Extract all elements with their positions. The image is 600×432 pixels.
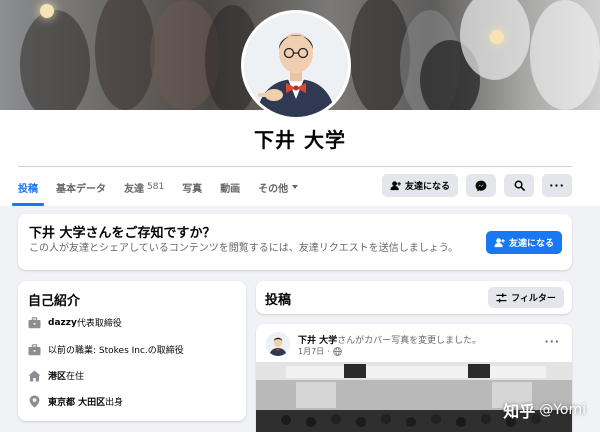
watermark: 知乎 @Yomi (503, 398, 586, 422)
tab-videos[interactable]: 動画 (220, 172, 240, 202)
friend-suggestion-description: この人が友達とシェアしているコンテンツを閲覧するには、友達リクエストを送信しまし… (29, 243, 459, 254)
profile-picture[interactable] (241, 10, 351, 120)
post-header-text: 下井 大学さんがカバー写真を変更しました。 (298, 333, 481, 346)
header-divider (18, 166, 572, 167)
tab-friends-label: 友達 (124, 183, 144, 195)
posts-header: 投稿 フィルター (256, 281, 572, 314)
tab-photos-label: 写真 (182, 183, 203, 195)
more-options-button[interactable]: ··· (542, 174, 572, 197)
intro-work-role: 代表取締役 (76, 319, 122, 329)
messenger-button[interactable] (466, 174, 496, 197)
add-friend-icon (390, 181, 401, 191)
watermark-brand: 知乎 (503, 402, 536, 421)
intro-hometown[interactable]: 東京都 大田区 (48, 395, 105, 408)
meta-separator: · (327, 347, 330, 356)
post-options-button[interactable]: ··· (544, 335, 560, 348)
intro-hometown-label: 出身 (105, 398, 124, 408)
briefcase-icon (28, 343, 41, 356)
filter-icon (496, 292, 507, 303)
chevron-down-icon (292, 185, 299, 189)
posts-title: 投稿 (265, 293, 292, 308)
tab-about[interactable]: 基本データ (56, 172, 106, 202)
post-author-avatar[interactable] (266, 332, 290, 356)
watermark-handle: @Yomi (539, 402, 586, 418)
messenger-icon (475, 180, 487, 191)
intro-card: 自己紹介 dazzy 代表取締役 以前の職業: Stokes Inc.の取締役 … (18, 281, 246, 421)
intro-title: 自己紹介 (28, 294, 81, 309)
post-action-text: さんがカバー写真を変更しました。 (337, 336, 482, 346)
more-options-icon: ··· (549, 179, 565, 192)
search-button[interactable] (504, 174, 534, 197)
intro-row-work: dazzy 代表取締役 (28, 316, 122, 329)
search-icon (514, 180, 525, 191)
tab-posts-label: 投稿 (18, 183, 38, 195)
tab-posts[interactable]: 投稿 (12, 172, 44, 206)
send-friend-request-button[interactable]: 友達になる (486, 231, 562, 254)
filter-label: フィルター (511, 294, 556, 304)
tab-more-label: その他 (258, 183, 289, 195)
header-actions: 友達になる ··· (382, 174, 572, 197)
tab-friends[interactable]: 友達 581 (124, 172, 164, 202)
add-friend-button[interactable]: 友達になる (382, 174, 458, 197)
friends-count: 581 (147, 182, 165, 192)
post-date[interactable]: 1月7日 (298, 346, 324, 357)
intro-row-lives-in: 港区 在住 (28, 369, 84, 382)
intro-work-company[interactable]: dazzy (48, 318, 77, 328)
friend-suggestion-title: 下井 大学さんをご存知ですか？ (29, 226, 216, 241)
post-author-name[interactable]: 下井 大学 (298, 336, 337, 346)
tab-videos-label: 動画 (220, 183, 241, 195)
profile-name: 下井 大学 (254, 128, 346, 152)
intro-lives-in-label: 在住 (66, 372, 85, 382)
tab-more[interactable]: その他 (258, 172, 299, 202)
globe-icon (332, 347, 342, 356)
friend-suggestion-card: 下井 大学さんをご存知ですか？ この人が友達とシェアしているコンテンツを閲覧する… (18, 214, 572, 270)
post-meta: 1月7日 · (298, 346, 342, 357)
add-friend-label: 友達になる (404, 182, 450, 192)
briefcase-icon (28, 316, 41, 329)
intro-previous-work: 以前の職業: Stokes Inc.の取締役 (48, 346, 184, 356)
add-friend-icon (494, 238, 505, 248)
tab-about-label: 基本データ (56, 183, 106, 195)
home-icon (28, 369, 41, 382)
intro-row-hometown: 東京都 大田区 出身 (28, 395, 123, 408)
profile-tabs: 投稿 基本データ 友達 581 写真 動画 その他 (12, 172, 316, 206)
avatar-illustration (244, 13, 348, 117)
tab-photos[interactable]: 写真 (182, 172, 202, 202)
send-friend-request-label: 友達になる (508, 239, 554, 249)
intro-row-previous-work: 以前の職業: Stokes Inc.の取締役 (28, 343, 184, 356)
location-pin-icon (28, 395, 41, 408)
intro-current-city[interactable]: 港区 (48, 369, 66, 382)
filter-button[interactable]: フィルター (488, 287, 564, 308)
